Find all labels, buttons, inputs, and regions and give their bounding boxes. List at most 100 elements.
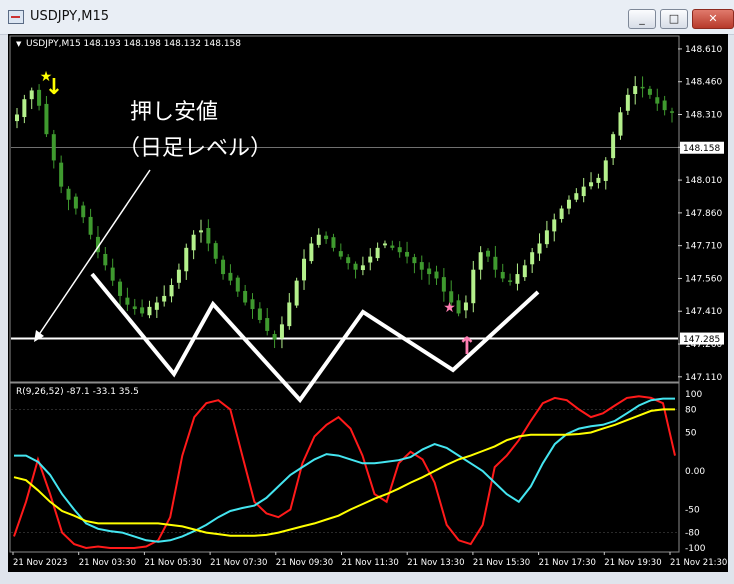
indicator-tick-label: -80 xyxy=(685,529,700,539)
bull-candle xyxy=(279,324,284,339)
star-marker-icon: ★ xyxy=(443,300,456,316)
bull-candle xyxy=(471,269,476,304)
bear-candle xyxy=(390,245,395,248)
indicator-tick-label: -50 xyxy=(685,506,700,516)
chart-area[interactable]: 148.610148.460148.310148.160148.010147.8… xyxy=(8,34,728,572)
bull-candle xyxy=(625,94,630,111)
time-tick-label: 21 Nov 11:30 xyxy=(342,558,399,568)
bull-candle xyxy=(309,243,314,262)
annotation-arrow-line xyxy=(37,169,151,337)
bull-candle xyxy=(184,247,189,272)
bear-candle xyxy=(243,291,248,303)
bear-candle xyxy=(353,263,358,270)
bull-candle xyxy=(530,252,535,265)
time-tick-label: 21 Nov 09:30 xyxy=(276,558,333,568)
bear-candle xyxy=(655,97,660,104)
bid-price-label: 148.158 xyxy=(683,144,720,154)
bear-candle xyxy=(250,299,255,310)
bull-candle xyxy=(552,219,557,232)
bull-candle xyxy=(162,295,167,302)
bear-candle xyxy=(640,86,645,89)
bull-candle xyxy=(611,134,616,159)
bear-candle xyxy=(346,257,351,264)
indicator-tick-label: 50 xyxy=(685,429,697,439)
bull-candle xyxy=(463,302,468,311)
bull-candle xyxy=(368,256,373,263)
bull-candle xyxy=(198,230,203,233)
bull-candle xyxy=(287,302,292,327)
price-tick-label: 148.610 xyxy=(685,45,722,55)
bear-candle xyxy=(441,277,446,292)
bear-candle xyxy=(110,267,115,281)
close-button[interactable]: ✕ xyxy=(692,9,734,29)
bear-candle xyxy=(206,227,211,244)
bear-candle xyxy=(265,318,270,331)
bull-candle xyxy=(176,269,181,283)
chart-header-label: USDJPY,M15 148.193 148.198 148.132 148.1… xyxy=(26,39,241,49)
bear-candle xyxy=(331,237,336,248)
bull-candle xyxy=(603,160,608,181)
bull-candle xyxy=(169,285,174,297)
annotation-line-2: （日足レベル） xyxy=(118,136,273,161)
annotation-arrow-head xyxy=(34,330,44,342)
bear-candle xyxy=(456,300,461,314)
bear-candle xyxy=(500,271,505,279)
title-bar[interactable]: USDJPY,M15 _ □ ✕ xyxy=(0,0,734,35)
bear-candle xyxy=(670,111,674,113)
bull-candle xyxy=(633,86,638,94)
bull-candle xyxy=(478,252,483,270)
bear-candle xyxy=(51,134,56,161)
window-title: USDJPY,M15 xyxy=(30,9,109,24)
bull-candle xyxy=(559,208,564,219)
bear-candle xyxy=(88,216,93,235)
star-marker-icon: ★ xyxy=(40,69,53,85)
minimize-button[interactable]: _ xyxy=(628,9,656,29)
bear-candle xyxy=(140,307,145,314)
bear-candle xyxy=(662,100,667,111)
bear-candle xyxy=(125,297,130,305)
bear-candle xyxy=(434,271,439,279)
bull-candle xyxy=(29,90,34,100)
bear-candle xyxy=(412,257,417,264)
bear-candle xyxy=(235,277,240,292)
price-tick-label: 148.460 xyxy=(685,78,722,88)
bull-candle xyxy=(147,306,152,316)
maximize-button[interactable]: □ xyxy=(660,9,688,29)
chart-window-icon xyxy=(8,10,24,24)
bear-candle xyxy=(257,308,262,320)
buy-arrow-icon: ↑ xyxy=(457,332,477,360)
bear-candle xyxy=(272,334,277,340)
bull-candle xyxy=(544,230,549,245)
bear-candle xyxy=(493,256,498,270)
bull-candle xyxy=(522,265,527,278)
bull-candle xyxy=(154,302,159,310)
chart-svg[interactable]: 148.610148.460148.310148.160148.010147.8… xyxy=(8,34,728,572)
indicator-tick-label: 80 xyxy=(685,405,697,415)
time-tick-label: 21 Nov 19:30 xyxy=(604,558,661,568)
bull-candle xyxy=(15,114,19,122)
bull-candle xyxy=(589,182,594,187)
bull-candle xyxy=(566,199,571,209)
bull-candle xyxy=(537,243,542,254)
price-tick-label: 147.410 xyxy=(685,307,722,317)
bull-candle xyxy=(596,177,601,183)
price-tick-label: 148.010 xyxy=(685,176,722,186)
bear-candle xyxy=(228,272,233,281)
bear-candle xyxy=(44,103,49,135)
indicator-tick-label: 100 xyxy=(685,390,702,400)
bear-candle xyxy=(37,89,42,106)
rci-series-line-2 xyxy=(13,408,675,537)
chart-window: USDJPY,M15 _ □ ✕ 148.610 148.460 148.310 14… xyxy=(0,0,734,584)
bear-candle xyxy=(405,251,410,257)
time-tick-label: 21 Nov 21:30 xyxy=(670,558,727,568)
rci-series-line-1 xyxy=(14,397,675,543)
bear-candle xyxy=(486,250,491,257)
bull-candle xyxy=(360,265,365,271)
bear-candle xyxy=(427,268,432,275)
bear-candle xyxy=(221,259,226,275)
bull-candle xyxy=(382,243,387,246)
time-tick-label: 21 Nov 17:30 xyxy=(539,558,596,568)
annotation-line-1: 押し安値 xyxy=(130,100,219,125)
indicator-tick-label: -100 xyxy=(685,544,706,554)
bull-candle xyxy=(574,193,579,200)
